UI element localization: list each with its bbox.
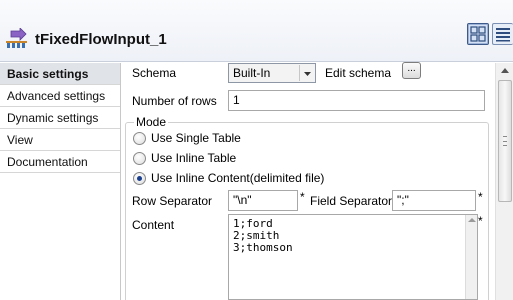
- schema-label: Schema: [132, 66, 177, 80]
- field-separator-input[interactable]: ";": [392, 190, 476, 211]
- row-separator-input[interactable]: "\n": [228, 190, 298, 211]
- schema-select-value: Built-In: [233, 66, 271, 80]
- field-separator-label: Field Separator: [310, 194, 393, 208]
- required-mark: *: [478, 214, 483, 228]
- content-label: Content: [132, 218, 175, 232]
- component-header: tFixedFlowInput_1: [0, 0, 513, 62]
- mode-group-title: Mode: [134, 115, 169, 129]
- single-table-label[interactable]: Use Single Table: [151, 131, 241, 145]
- scroll-thumb[interactable]: [498, 80, 512, 202]
- inline-content-radio[interactable]: [133, 172, 146, 185]
- scroll-up-icon[interactable]: [501, 68, 509, 73]
- scroll-up-icon[interactable]: [468, 218, 476, 222]
- inline-table-label[interactable]: Use Inline Table: [151, 151, 236, 165]
- grid-view-icon: [470, 26, 486, 42]
- tab-dynamic-settings[interactable]: Dynamic settings: [0, 107, 120, 129]
- inline-content-label[interactable]: Use Inline Content(delimited file): [151, 171, 324, 185]
- edit-schema-button[interactable]: ...: [402, 62, 421, 79]
- required-mark: *: [300, 190, 305, 204]
- edit-schema-label: Edit schema: [325, 66, 392, 80]
- row-separator-label: Row Separator: [132, 194, 213, 208]
- basic-settings-panel: Schema Built-In Edit schema ... Number o…: [122, 62, 495, 300]
- list-view-icon: [496, 28, 510, 42]
- settings-tabs: Basic settings Advanced settings Dynamic…: [0, 63, 121, 300]
- list-view-button[interactable]: [492, 23, 513, 45]
- content-scrollbar[interactable]: [465, 215, 477, 299]
- tab-documentation[interactable]: Documentation: [0, 151, 120, 173]
- content-line: 3;thomson: [233, 241, 293, 254]
- component-title: tFixedFlowInput_1: [35, 31, 167, 48]
- single-table-radio[interactable]: [133, 132, 146, 145]
- grip-icon: [503, 136, 507, 146]
- flow-input-icon: [6, 27, 30, 50]
- tab-advanced-settings[interactable]: Advanced settings: [0, 85, 120, 107]
- grid-view-button[interactable]: [467, 23, 489, 45]
- panel-scrollbar[interactable]: [495, 63, 513, 300]
- required-mark: *: [478, 190, 483, 204]
- schema-select[interactable]: Built-In: [228, 63, 316, 83]
- inline-table-radio[interactable]: [133, 152, 146, 165]
- chevron-down-icon[interactable]: [299, 65, 314, 81]
- number-of-rows-label: Number of rows: [132, 94, 217, 108]
- tab-view[interactable]: View: [0, 129, 120, 151]
- number-of-rows-input[interactable]: 1: [228, 90, 485, 111]
- content-textarea[interactable]: 1;ford 2;smith 3;thomson: [228, 214, 478, 300]
- tab-basic-settings[interactable]: Basic settings: [0, 63, 120, 85]
